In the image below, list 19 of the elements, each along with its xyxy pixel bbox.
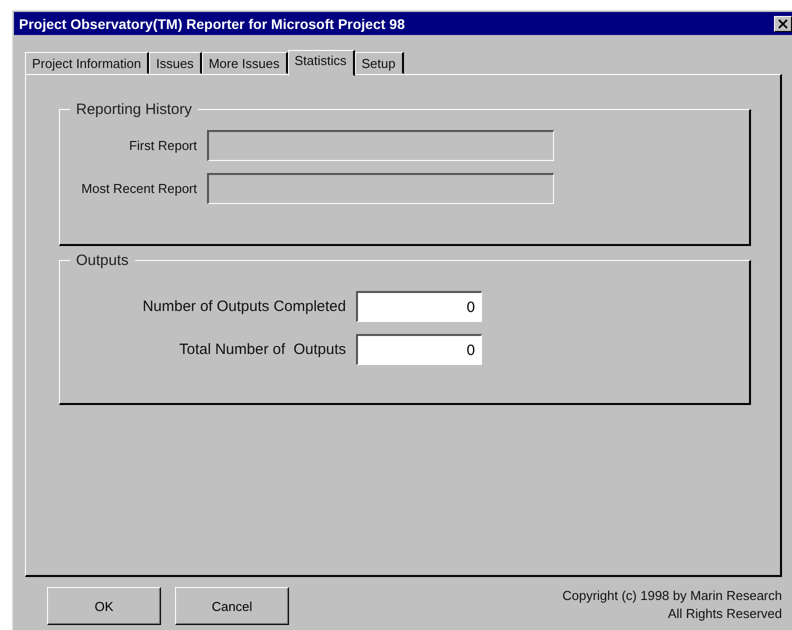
group-title: Reporting History bbox=[75, 101, 193, 118]
field-label: Most Recent Report bbox=[80, 181, 197, 196]
input-field[interactable]: 0 bbox=[356, 291, 482, 322]
copyright-text: Copyright (c) 1998 by Marin Research bbox=[562, 587, 782, 605]
tab[interactable]: Setup bbox=[354, 52, 404, 74]
group-title: Outputs bbox=[75, 252, 130, 269]
dialog-button[interactable]: Cancel bbox=[175, 587, 289, 625]
window-title: Project Observatory(TM) Reporter for Microsoft Project 98 bbox=[19, 16, 405, 32]
tab[interactable]: Statistics bbox=[288, 50, 355, 76]
field-label: Total Number of Outputs bbox=[178, 341, 346, 358]
dialog-button[interactable]: OK bbox=[47, 587, 161, 625]
field-label: First Report bbox=[128, 138, 197, 153]
input-field[interactable]: 0 bbox=[356, 334, 482, 365]
tab[interactable]: Project Information bbox=[25, 52, 150, 74]
tab[interactable]: Issues bbox=[149, 52, 202, 74]
field-label: Number of Outputs Completed bbox=[142, 298, 346, 315]
tab[interactable]: More Issues bbox=[202, 52, 288, 74]
close-button[interactable]: × bbox=[774, 16, 792, 32]
copyright-text: All Rights Reserved bbox=[666, 605, 782, 623]
